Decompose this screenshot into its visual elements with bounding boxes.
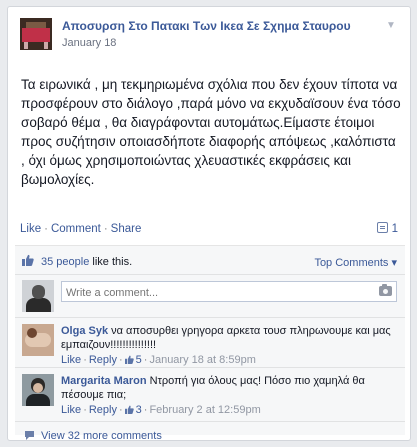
comment-button[interactable]: Comment bbox=[51, 223, 101, 235]
comment-like-count[interactable]: 3 bbox=[136, 404, 142, 416]
separator-dot: · bbox=[118, 354, 123, 366]
post-action-bar: Like · Comment · Share bbox=[20, 223, 141, 235]
likes-suffix: like this. bbox=[92, 256, 133, 268]
comment-body: Olga Syk να αποσυρθει γρηγορα αρκετα του… bbox=[61, 324, 399, 367]
comment-reply-link[interactable]: Reply bbox=[89, 354, 117, 366]
likes-row: 35 people like this. Top Comments ▾ bbox=[15, 246, 405, 275]
page-name-link[interactable]: Αποσυρση Στο Πατακι Των Ικεα Σε Σχημα Στ… bbox=[62, 19, 351, 33]
thumbs-up-icon bbox=[22, 254, 34, 266]
feedback-panel: 35 people like this. Top Comments ▾ Olga… bbox=[15, 245, 405, 440]
comment-composer bbox=[15, 275, 405, 318]
thumbs-up-icon bbox=[124, 405, 134, 414]
avatar[interactable] bbox=[22, 280, 54, 312]
comment-text: να αποσυρθει γρηγορα αρκετα τουσ πληρωνο… bbox=[61, 325, 391, 351]
post-card: Αποσυρση Στο Πατακι Των Ικεα Σε Σχημα Στ… bbox=[7, 6, 411, 441]
thumbs-up-icon bbox=[124, 355, 134, 364]
comment-reply-link[interactable]: Reply bbox=[89, 404, 117, 416]
separator-dot: · bbox=[83, 404, 87, 416]
view-more-comments-link[interactable]: View 32 more comments bbox=[41, 430, 162, 440]
comment-meta: Like · Reply · 5 · January 18 at 8:59pm bbox=[61, 353, 399, 367]
page-avatar[interactable] bbox=[20, 18, 52, 50]
comment-body: Margarita Maron Ντροπή για όλους μας! Πό… bbox=[61, 374, 399, 417]
comment-like-link[interactable]: Like bbox=[61, 354, 81, 366]
share-count[interactable]: 1 bbox=[376, 222, 398, 235]
comment-input[interactable] bbox=[61, 281, 397, 302]
share-count-value: 1 bbox=[391, 223, 398, 235]
comment-like-link[interactable]: Like bbox=[61, 404, 81, 416]
comment-bubble-icon bbox=[25, 431, 34, 440]
comment-like-count[interactable]: 5 bbox=[136, 354, 142, 366]
chevron-down-icon[interactable]: ▼ bbox=[384, 20, 398, 32]
post-message: Τα ειρωνικά , μη τεκμηριωμένα σχόλια που… bbox=[21, 77, 401, 187]
likes-summary: 35 people like this. bbox=[41, 256, 132, 268]
top-comments-dropdown[interactable]: Top Comments ▾ bbox=[314, 256, 397, 269]
separator-dot: · bbox=[103, 223, 108, 235]
avatar[interactable] bbox=[22, 374, 54, 406]
separator-dot: · bbox=[118, 404, 123, 416]
avatar[interactable] bbox=[22, 324, 54, 356]
comment-meta: Like · Reply · 3 · February 2 at 12:59pm bbox=[61, 403, 399, 417]
comment-author[interactable]: Margarita Maron bbox=[61, 375, 147, 387]
comment-timestamp[interactable]: February 2 at 12:59pm bbox=[149, 404, 260, 416]
comment-item: Margarita Maron Ντροπή για όλους μας! Πό… bbox=[15, 368, 405, 422]
view-more-comments-row[interactable]: View 32 more comments bbox=[15, 422, 405, 440]
like-button[interactable]: Like bbox=[20, 223, 41, 235]
post-header: Αποσυρση Στο Πατακι Των Ικεα Σε Σχημα Στ… bbox=[20, 18, 398, 58]
comment-timestamp[interactable]: January 18 at 8:59pm bbox=[149, 354, 255, 366]
post-timestamp[interactable]: January 18 bbox=[62, 37, 116, 49]
comment-item: Olga Syk να αποσυρθει γρηγορα αρκετα του… bbox=[15, 318, 405, 368]
camera-icon[interactable] bbox=[379, 284, 392, 296]
share-button[interactable]: Share bbox=[111, 223, 142, 235]
share-icon bbox=[376, 222, 388, 233]
likes-count-link[interactable]: 35 people bbox=[41, 256, 89, 268]
comment-author[interactable]: Olga Syk bbox=[61, 325, 108, 337]
separator-dot: · bbox=[83, 354, 87, 366]
separator-dot: · bbox=[44, 223, 48, 235]
